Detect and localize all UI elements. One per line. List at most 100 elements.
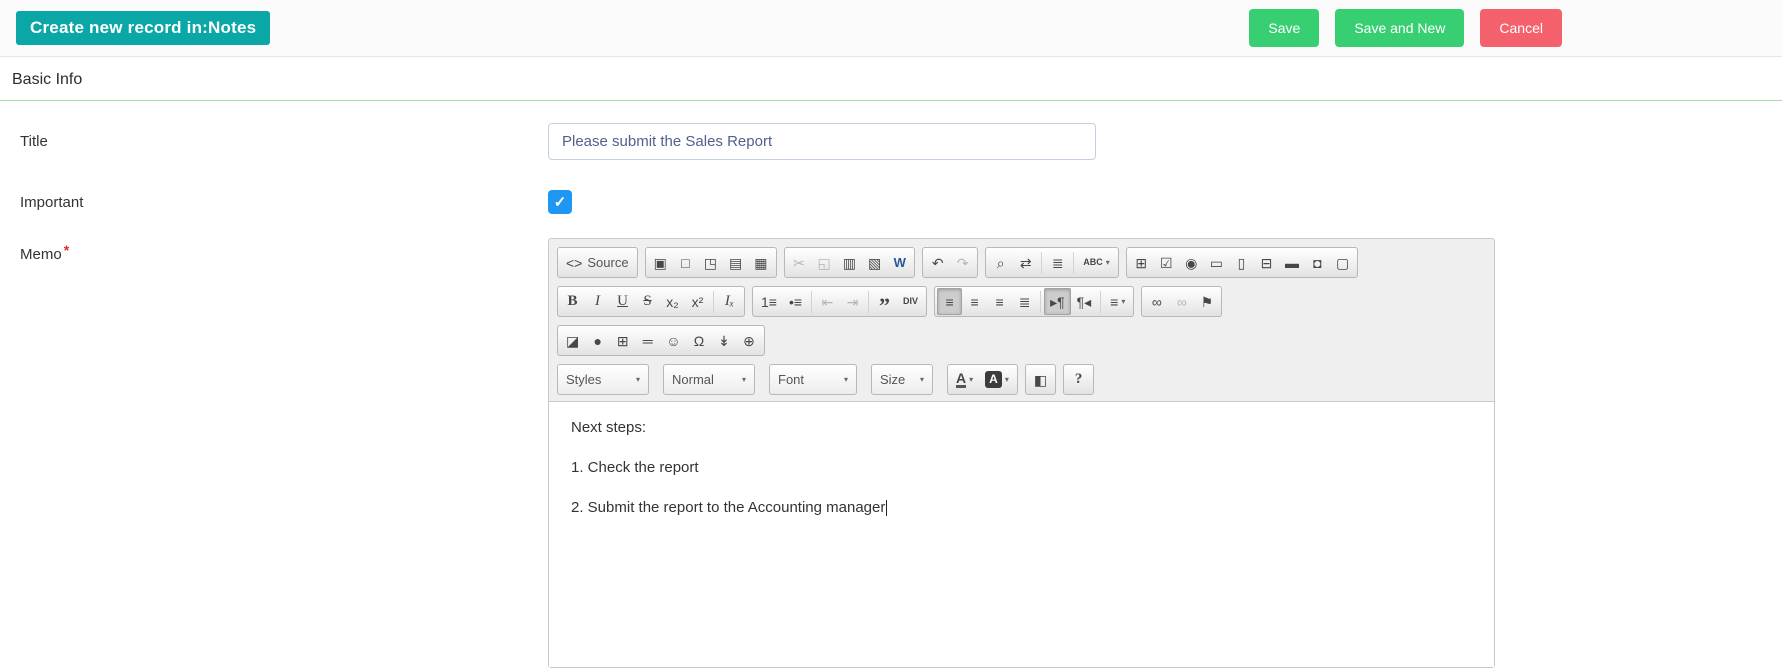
- paste-icon: ▥: [842, 254, 856, 271]
- subscript-button[interactable]: x₂: [660, 288, 685, 315]
- div-container-icon: DIV: [903, 296, 919, 306]
- replace-button[interactable]: ⇄: [1013, 249, 1038, 276]
- memo-editing-area[interactable]: Next steps: 1. Check the report 2. Submit …: [549, 401, 1494, 667]
- div-container-button[interactable]: DIV: [897, 288, 924, 315]
- image-button[interactable]: ◪: [560, 327, 585, 354]
- save-button[interactable]: Save: [1249, 9, 1320, 47]
- paste-plain-text-button[interactable]: ▧: [862, 249, 887, 276]
- superscript-button[interactable]: x²: [685, 288, 710, 315]
- page-break-button[interactable]: ↡: [712, 327, 737, 354]
- form-button[interactable]: ⊞: [1129, 249, 1154, 276]
- cut-button[interactable]: ✂: [787, 249, 812, 276]
- copy-button[interactable]: ◱: [812, 249, 837, 276]
- title-input[interactable]: [548, 123, 1096, 160]
- flash-button[interactable]: ●: [585, 327, 610, 354]
- editor-toolbar-row: Styles ▾ Normal ▾ Font ▾ Size ▾ A ▾ A ▾ ◧?: [555, 360, 1488, 399]
- checkmark-icon: ✓: [553, 193, 567, 211]
- text-direction-ltr-button[interactable]: ▸¶: [1044, 288, 1071, 315]
- paste-from-word-button[interactable]: W: [887, 249, 912, 276]
- maximize-button[interactable]: ◧: [1028, 366, 1053, 393]
- checkbox-input-button[interactable]: ☑: [1154, 249, 1179, 276]
- memo-paragraph: 1. Check the report: [571, 458, 699, 476]
- format-combo[interactable]: Normal ▾: [663, 364, 755, 395]
- increase-indent-button[interactable]: ⇥: [840, 288, 865, 315]
- anchor-button[interactable]: ⚑: [1194, 288, 1219, 315]
- textarea-button[interactable]: ▯: [1229, 249, 1254, 276]
- text-direction-ltr-icon: ▸¶: [1050, 293, 1065, 310]
- font-combo[interactable]: Font ▾: [769, 364, 857, 395]
- image-icon: ◪: [566, 332, 580, 349]
- blockquote-button[interactable]: ”: [872, 288, 897, 316]
- unlink-button[interactable]: ∞: [1169, 288, 1194, 315]
- memo-label: Memo *: [0, 238, 548, 263]
- remove-format-icon: Iₓ: [724, 293, 735, 309]
- save-document-button[interactable]: ▣: [648, 249, 673, 276]
- italic-button[interactable]: I: [585, 288, 610, 315]
- select-all-button[interactable]: ≣: [1045, 249, 1070, 276]
- page-break-icon: ↡: [718, 332, 730, 349]
- find-icon: ⌕: [996, 254, 1005, 271]
- textarea-icon: ▯: [1237, 254, 1246, 271]
- top-action-bar: Create new record in:Notes Save Save and…: [0, 0, 1782, 57]
- editor-toolbar-row: <> Source ▣ □ ◳ ▤ ▦ ✂ ◱ ▥ ▧ W ↶ ↷ ⌕ ⇄ ≣ ABC ▾ ⊞ ☑ ◉ ▭ ▯ ⊟ ▬ ◘ ▢: [555, 243, 1488, 282]
- align-right-button[interactable]: ≡: [987, 288, 1012, 315]
- smiley-button[interactable]: ☺: [660, 327, 686, 354]
- special-character-button[interactable]: Ω: [687, 327, 712, 354]
- decrease-indent-button[interactable]: ⇤: [815, 288, 840, 315]
- remove-format-button[interactable]: Iₓ: [717, 288, 742, 315]
- increase-indent-icon: ⇥: [846, 293, 859, 310]
- set-language-button[interactable]: ≡ ▾: [1104, 288, 1131, 315]
- toolbar-group: ⊞ ☑ ◉ ▭ ▯ ⊟ ▬ ◘ ▢: [1125, 247, 1359, 278]
- link-button[interactable]: ∞: [1144, 288, 1169, 315]
- section-title-basic-info: Basic Info: [0, 57, 1782, 101]
- preview-button[interactable]: ◳: [698, 249, 723, 276]
- radio-input-button[interactable]: ◉: [1179, 249, 1204, 276]
- important-checkbox[interactable]: ✓: [548, 190, 572, 214]
- background-color-button[interactable]: A ▾: [979, 366, 1015, 393]
- align-left-icon: ≡: [945, 293, 954, 310]
- text-direction-rtl-button[interactable]: ¶◂: [1071, 288, 1098, 315]
- align-center-button[interactable]: ≡: [962, 288, 987, 315]
- text-field-button[interactable]: ▭: [1204, 249, 1229, 276]
- text-color-button[interactable]: A ▾: [950, 366, 979, 393]
- save-document-icon: ▣: [653, 254, 667, 271]
- bulleted-list-button[interactable]: •≡: [783, 288, 808, 315]
- align-left-button[interactable]: ≡: [937, 288, 963, 315]
- replace-icon: ⇄: [1019, 254, 1032, 271]
- selection-field-button[interactable]: ⊟: [1254, 249, 1279, 276]
- spell-checker-button[interactable]: ABC ▾: [1077, 249, 1116, 276]
- size-combo[interactable]: Size ▾: [871, 364, 933, 395]
- bold-button[interactable]: B: [560, 288, 585, 315]
- paste-plain-text-icon: ▧: [867, 254, 882, 271]
- required-asterisk: *: [63, 242, 70, 258]
- templates-button[interactable]: ▦: [748, 249, 773, 276]
- print-button[interactable]: ▤: [723, 249, 748, 276]
- about-button[interactable]: ?: [1066, 366, 1091, 393]
- caret-down-icon: ▾: [741, 374, 746, 384]
- paste-button[interactable]: ▥: [837, 249, 862, 276]
- editor-toolbar-row: ◪ ● ⊞ ═ ☺ Ω ↡ ⊕: [555, 321, 1488, 360]
- undo-button[interactable]: ↶: [925, 249, 950, 276]
- table-button[interactable]: ⊞: [610, 327, 635, 354]
- table-icon: ⊞: [616, 332, 629, 349]
- align-justify-button[interactable]: ≣: [1012, 288, 1037, 315]
- button-input-button[interactable]: ▬: [1279, 249, 1305, 276]
- find-button[interactable]: ⌕: [988, 249, 1013, 276]
- iframe-button[interactable]: ⊕: [737, 327, 762, 354]
- source-button[interactable]: <> Source: [560, 249, 635, 276]
- memo-paragraph: Next steps:: [571, 419, 647, 436]
- new-page-button[interactable]: □: [673, 249, 698, 276]
- styles-combo[interactable]: Styles ▾: [557, 364, 649, 395]
- underline-button[interactable]: U: [610, 288, 635, 315]
- font-combo-label: Font: [778, 372, 805, 387]
- horizontal-rule-button[interactable]: ═: [635, 327, 660, 354]
- cancel-button[interactable]: Cancel: [1480, 9, 1562, 47]
- set-language-icon: ≡: [1110, 293, 1119, 310]
- hidden-field-button[interactable]: ▢: [1330, 249, 1355, 276]
- image-button-button[interactable]: ◘: [1305, 249, 1330, 276]
- numbered-list-button[interactable]: 1≡: [755, 288, 783, 315]
- save-and-new-button[interactable]: Save and New: [1335, 9, 1465, 47]
- strikethrough-button[interactable]: S: [635, 288, 660, 315]
- redo-button[interactable]: ↷: [950, 249, 975, 276]
- flash-icon: ●: [593, 332, 602, 349]
